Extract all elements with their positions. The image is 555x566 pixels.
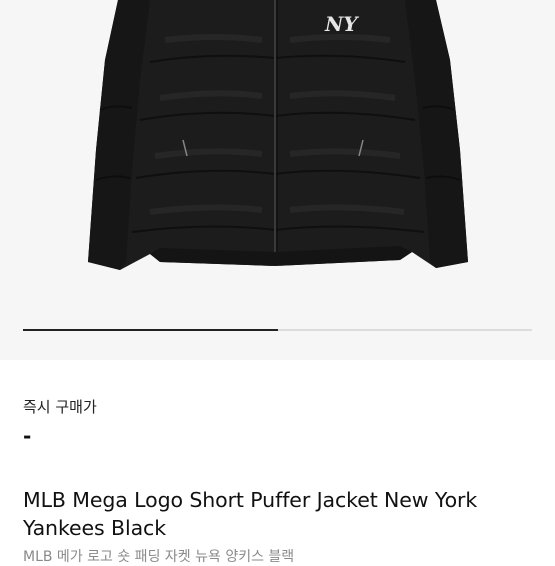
gallery-progress-fill	[23, 329, 278, 331]
instant-price-value: -	[23, 424, 32, 448]
product-title: MLB Mega Logo Short Puffer Jacket New Yo…	[23, 488, 478, 540]
product-image	[88, 0, 468, 270]
instant-price-label: 즉시 구매가	[23, 398, 97, 416]
ny-logo-icon: NY	[325, 12, 358, 36]
product-image-gallery[interactable]: NY	[0, 0, 555, 360]
gallery-progress-bar	[23, 329, 532, 331]
product-subtitle: MLB 메가 로고 숏 패딩 자켓 뉴욕 양키스 블랙	[23, 549, 295, 565]
